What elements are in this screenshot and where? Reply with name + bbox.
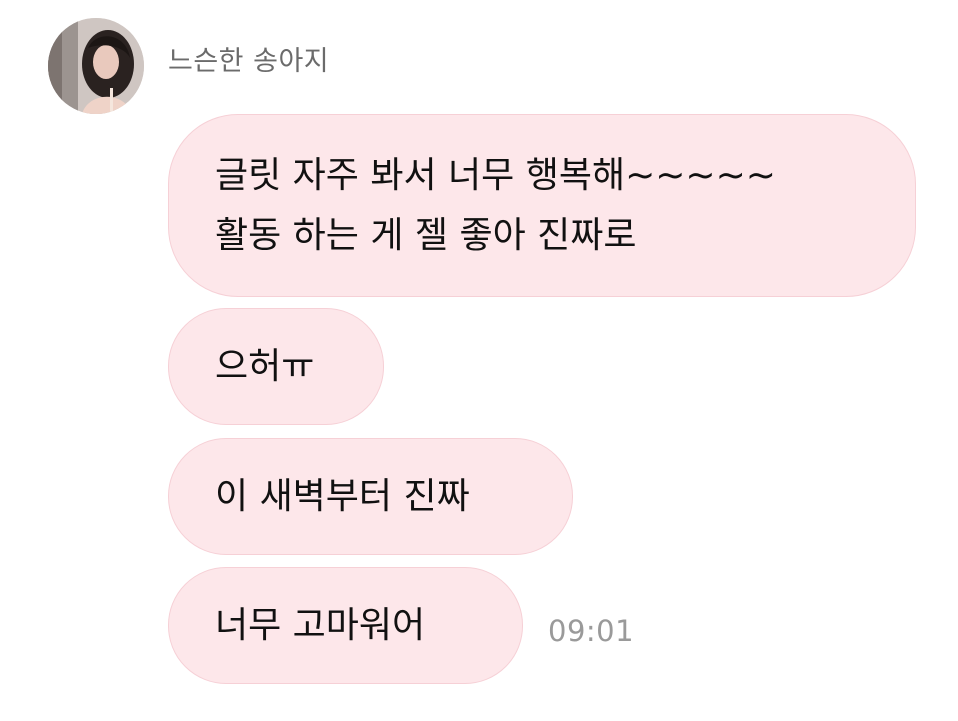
message-bubble[interactable]: 이 새벽부터 진짜 [168, 438, 573, 555]
sender-avatar[interactable] [48, 18, 144, 114]
message-text: 너무 고마워어 [215, 605, 426, 646]
profile-photo-icon [48, 18, 144, 114]
message-text: 으허ㅠ [215, 346, 315, 387]
message-bubble[interactable]: 으허ㅠ [168, 308, 384, 425]
message-timestamp: 09:01 [548, 614, 635, 648]
sender-name: 느슨한 송아지 [168, 46, 330, 77]
message-text: 이 새벽부터 진짜 [215, 476, 470, 517]
message-text: 활동 하는 게 젤 좋아 진짜로 [215, 215, 637, 256]
message-bubble[interactable]: 글릿 자주 봐서 너무 행복해~~~~~ 활동 하는 게 젤 좋아 진짜로 [168, 114, 916, 297]
chat-thread: 느슨한 송아지 글릿 자주 봐서 너무 행복해~~~~~ 활동 하는 게 젤 좋… [0, 0, 958, 721]
message-text: 글릿 자주 봐서 너무 행복해~~~~~ [215, 155, 776, 196]
message-bubble[interactable]: 너무 고마워어 [168, 567, 523, 684]
